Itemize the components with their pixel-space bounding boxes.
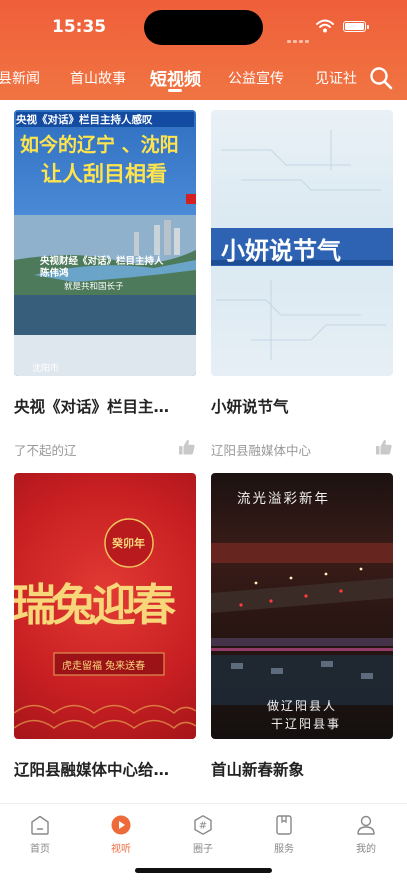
thumb-sub-3: 就是共和国长子 <box>64 282 124 292</box>
video-card[interactable]: 癸卯年 瑞兔迎春 虎走留福 兔来送春 辽阳县融媒体中心给… <box>14 473 196 803</box>
tabbar-label: 首页 <box>30 844 50 855</box>
thumbs-up-icon[interactable] <box>178 438 196 456</box>
video-thumbnail[interactable]: 流光溢彩新年 做辽阳县人 干辽阳县事 <box>211 473 393 739</box>
thumb-calligraphy: 瑞兔迎春 <box>14 580 176 631</box>
video-thumbnail[interactable]: 央视《对话》栏目主持人感叹 如今的辽宁 、沈阳 让人刮目相看 央视财经《对话》栏… <box>14 110 196 376</box>
hash-icon: # <box>194 815 212 835</box>
tabbar-item-services[interactable]: 服务 <box>254 814 314 855</box>
status-time: 15:35 <box>52 17 107 37</box>
video-title[interactable]: 小妍说节气 <box>211 395 393 417</box>
video-grid: 央视《对话》栏目主持人感叹 如今的辽宁 、沈阳 让人刮目相看 央视财经《对话》栏… <box>0 100 407 803</box>
bookmark-icon <box>276 815 292 835</box>
wifi-icon <box>316 19 334 33</box>
thumb-sub-2: 陈伟鸿 <box>40 268 69 279</box>
video-card[interactable]: 央视《对话》栏目主持人感叹 如今的辽宁 、沈阳 让人刮目相看 央视财经《对话》栏… <box>14 110 196 470</box>
tabbar-item-circle[interactable]: # 圈子 <box>173 814 233 855</box>
thumb-badge: 癸卯年 <box>112 537 145 550</box>
video-source: 了不起的辽 <box>14 443 77 458</box>
thumb-headline-1: 如今的辽宁 、沈阳 <box>20 134 179 156</box>
thumb-bottom-text-1: 做辽阳县人 <box>267 699 338 713</box>
status-bar: 15:35 <box>0 0 407 52</box>
thumb-top-text: 流光溢彩新年 <box>237 491 330 507</box>
thumbs-up-icon[interactable] <box>375 438 393 456</box>
video-title[interactable]: 央视《对话》栏目主… <box>14 395 196 417</box>
thumb-headline-2: 让人刮目相看 <box>41 162 167 186</box>
tab-short-video[interactable]: 短视频 <box>150 65 201 90</box>
video-thumbnail[interactable]: 小妍说节气 <box>211 110 393 376</box>
tab-county-news[interactable]: 县新闻 <box>0 68 40 88</box>
tabbar-item-me[interactable]: 我的 <box>336 814 396 855</box>
channel-tabs: 县新闻 首山故事 短视频 公益宣传 见证社 <box>0 58 360 94</box>
video-card[interactable]: 流光溢彩新年 做辽阳县人 干辽阳县事 首山新春新象 <box>211 473 393 803</box>
app-header: 15:35 县新闻 首山故事 短视频 公益宣传 见证社 <box>0 0 407 100</box>
home-icon <box>31 815 49 835</box>
tabbar-label: 圈子 <box>193 844 213 855</box>
play-icon <box>111 815 131 835</box>
tabbar-label: 服务 <box>274 844 294 855</box>
search-icon[interactable] <box>369 66 393 90</box>
thumb-corner-label: 沈阳市 <box>32 364 60 374</box>
tab-witness[interactable]: 见证社 <box>315 68 357 88</box>
tab-shoushan-stories[interactable]: 首山故事 <box>70 68 126 88</box>
thumb-headline: 小妍说节气 <box>221 237 341 265</box>
home-indicator <box>135 868 272 873</box>
dynamic-island <box>144 10 263 45</box>
video-title[interactable]: 辽阳县融媒体中心给… <box>14 758 196 780</box>
video-source: 辽阳县融媒体中心 <box>211 443 312 458</box>
video-title[interactable]: 首山新春新象 <box>211 758 393 780</box>
video-card[interactable]: 小妍说节气 小妍说节气 辽阳县融媒体中心 <box>211 110 393 470</box>
person-icon <box>357 815 375 835</box>
battery-icon <box>343 21 369 32</box>
tabbar-label: 我的 <box>356 844 376 855</box>
thumb-top-caption: 央视《对话》栏目主持人感叹 <box>16 112 194 127</box>
tabbar-item-home[interactable]: 首页 <box>10 814 70 855</box>
active-tab-indicator <box>168 89 182 92</box>
thumb-bottom-text-2: 干辽阳县事 <box>271 717 342 731</box>
svg-text:#: # <box>199 821 207 832</box>
tab-public-welfare[interactable]: 公益宣传 <box>228 68 284 88</box>
video-thumbnail[interactable]: 癸卯年 瑞兔迎春 虎走留福 兔来送春 <box>14 473 196 739</box>
tabbar-label: 视听 <box>111 844 131 855</box>
cellular-signal-icon <box>287 28 311 47</box>
tabbar-item-audiovisual[interactable]: 视听 <box>91 814 151 855</box>
thumb-banner: 虎走留福 兔来送春 <box>62 661 146 672</box>
